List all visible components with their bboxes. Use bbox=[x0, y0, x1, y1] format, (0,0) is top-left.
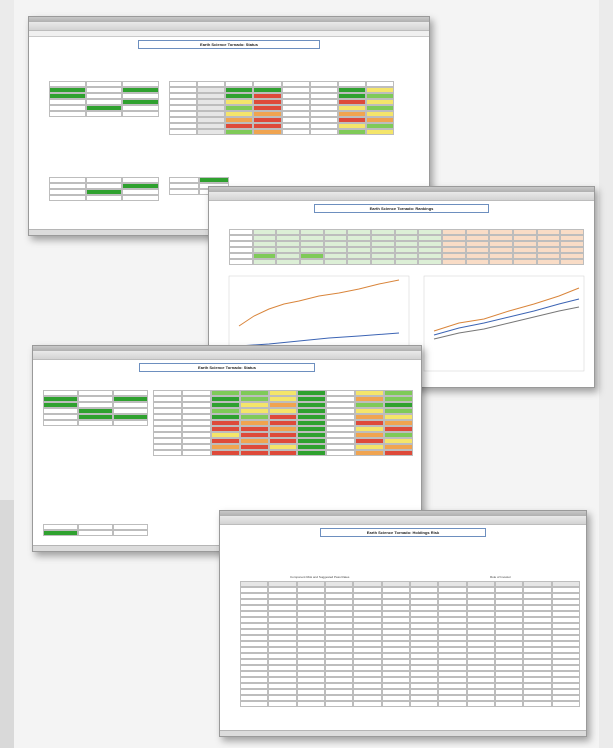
ribbon-toolbar[interactable] bbox=[209, 192, 594, 201]
sheet-title: Earth Science Tornado: Rankings bbox=[313, 204, 490, 213]
status-grid-bottom bbox=[43, 524, 148, 536]
ribbon-toolbar[interactable] bbox=[29, 22, 429, 31]
section-right-header: Role of Investor bbox=[490, 575, 512, 579]
status-grid-right bbox=[169, 81, 394, 135]
background-shade bbox=[0, 500, 14, 748]
section-left-header: Component Risk and Suggested Pass Rates bbox=[290, 575, 350, 579]
spreadsheet-window-holdings-risk[interactable]: Earth Science Tornado: Holdings Risk Com… bbox=[219, 510, 587, 737]
ribbon-toolbar[interactable] bbox=[220, 516, 586, 525]
sheet-title: Earth Science Tornado: Status bbox=[138, 363, 316, 372]
rankings-table bbox=[229, 229, 585, 265]
chart-right-frame bbox=[423, 275, 585, 372]
sheet-title: Earth Science Tornado: Status bbox=[138, 40, 320, 49]
sheet-title: Earth Science Tornado: Holdings Risk bbox=[319, 528, 487, 537]
holdings-table bbox=[240, 581, 580, 707]
status-grid-left bbox=[43, 390, 148, 426]
status-grid-left bbox=[49, 81, 160, 117]
sheet-tabs[interactable] bbox=[220, 730, 586, 736]
status-grid-right bbox=[153, 390, 414, 456]
ribbon-toolbar[interactable] bbox=[33, 351, 421, 360]
formula-bar[interactable] bbox=[29, 31, 429, 37]
status-grid-left-2 bbox=[49, 177, 160, 201]
